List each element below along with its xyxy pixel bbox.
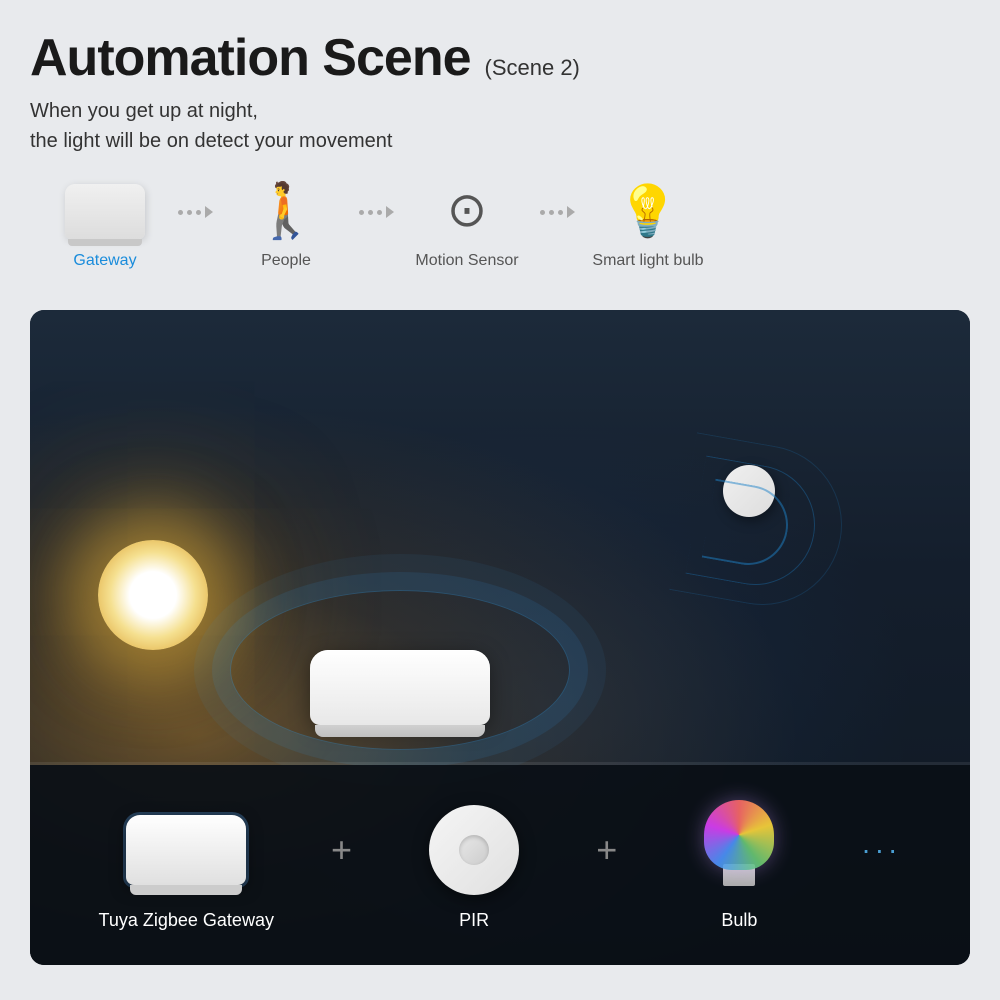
- gateway-diag-icon-container: [65, 176, 145, 246]
- bulb-globe: [704, 800, 774, 870]
- dot: [187, 210, 192, 215]
- gateway-diagram-label: Gateway: [73, 252, 136, 270]
- arrow2: [351, 206, 402, 218]
- dot: [540, 210, 545, 215]
- light-bulb-icon: 💡: [617, 186, 679, 236]
- more-options-dots[interactable]: ···: [861, 834, 901, 866]
- top-section: Automation Scene (Scene 2) When you get …: [30, 28, 970, 310]
- arrow-head-icon: [567, 206, 575, 218]
- product-item-bulb: Bulb: [674, 800, 804, 931]
- gateway-product-icon-area: [121, 800, 251, 900]
- gateway-product-label: Tuya Zigbee Gateway: [99, 910, 274, 931]
- pir-inner-dot: [459, 835, 489, 865]
- dot: [377, 210, 382, 215]
- room-lamp-orb: [98, 540, 208, 650]
- dot: [558, 210, 563, 215]
- sensor-diag-icon-container: ⊙: [427, 176, 507, 246]
- motion-sensor-diagram-label: Motion Sensor: [415, 252, 518, 270]
- diagram-item-gateway: Gateway: [40, 176, 170, 270]
- dot: [196, 210, 201, 215]
- diagram-item-motion-sensor: ⊙ Motion Sensor: [402, 176, 532, 270]
- desc-line2: the light will be on detect your movemen…: [30, 130, 392, 152]
- smart-bulb-diagram-label: Smart light bulb: [592, 252, 703, 270]
- diagram-item-smart-bulb: 💡 Smart light bulb: [583, 176, 713, 270]
- main-title: Automation Scene: [30, 28, 471, 88]
- pir-product-label: PIR: [459, 910, 489, 931]
- bulb-diag-icon-container: 💡: [608, 176, 688, 246]
- pir-product-icon: [429, 805, 519, 895]
- dot: [178, 210, 183, 215]
- plus-sign-2: +: [596, 829, 617, 871]
- people-walk-icon: 🚶: [252, 184, 319, 238]
- page-container: Automation Scene (Scene 2) When you get …: [0, 0, 1000, 1000]
- bulb-product-icon-area: [674, 800, 804, 900]
- bulb-product-icon: [699, 800, 779, 900]
- plus-sign-1: +: [331, 829, 352, 871]
- dot: [549, 210, 554, 215]
- title-row: Automation Scene (Scene 2): [30, 28, 970, 88]
- people-diag-icon-container: 🚶: [246, 176, 326, 246]
- arrow-head-icon: [205, 206, 213, 218]
- product-item-gateway: Tuya Zigbee Gateway: [99, 800, 274, 931]
- room-photo-section: Tuya Zigbee Gateway + PIR +: [30, 310, 970, 965]
- dot: [368, 210, 373, 215]
- gateway-product-icon: [126, 815, 246, 885]
- diagram-item-people: 🚶 People: [221, 176, 351, 270]
- diagram-row: Gateway 🚶 People: [30, 176, 970, 270]
- bottom-product-bar: Tuya Zigbee Gateway + PIR +: [30, 765, 970, 965]
- description: When you get up at night, the light will…: [30, 96, 970, 156]
- desc-line1: When you get up at night,: [30, 100, 258, 122]
- arrow1: [170, 206, 221, 218]
- dot: [359, 210, 364, 215]
- pir-product-icon-area: [409, 800, 539, 900]
- bulb-product-label: Bulb: [721, 910, 757, 931]
- people-diagram-label: People: [261, 252, 311, 270]
- subtitle-label: (Scene 2): [485, 55, 580, 81]
- arrow-head-icon: [386, 206, 394, 218]
- motion-sensor-icon: ⊙: [447, 187, 487, 235]
- gateway-wave: [230, 590, 570, 750]
- arrow3: [532, 206, 583, 218]
- gateway-shape-icon: [65, 184, 145, 239]
- product-item-pir: PIR: [409, 800, 539, 931]
